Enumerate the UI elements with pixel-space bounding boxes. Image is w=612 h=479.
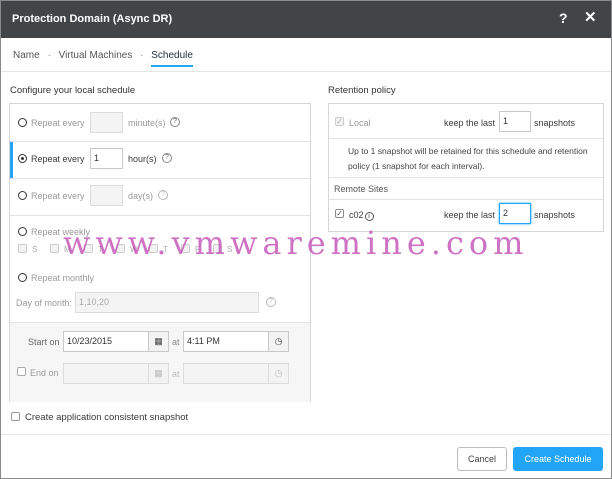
- calendar-icon[interactable]: ▦: [149, 363, 169, 384]
- local-snapshots-unit: snapshots: [534, 118, 576, 128]
- local-keep-label: keep the last: [444, 118, 496, 128]
- app-consistent-checkbox[interactable]: [11, 412, 20, 421]
- step-separator: ·: [47, 50, 51, 61]
- step-schedule[interactable]: Schedule: [151, 50, 193, 67]
- step-separator: ·: [140, 50, 144, 61]
- repeat-days-label: Repeat every: [31, 191, 85, 201]
- help-icon[interactable]: ?: [266, 297, 276, 307]
- steps-divider: [1, 71, 611, 72]
- day-of-month-label: Day of month:: [16, 298, 73, 308]
- retention-title: Retention policy: [328, 85, 396, 96]
- watermark-text: www.vmwaremine.com: [63, 224, 529, 262]
- create-schedule-button[interactable]: Create Schedule: [513, 447, 603, 471]
- clock-icon[interactable]: ◷: [269, 363, 289, 384]
- row-divider: [10, 178, 310, 179]
- repeat-monthly-radio[interactable]: [18, 273, 27, 282]
- end-date-input[interactable]: [63, 363, 149, 384]
- end-on-label: End on: [30, 368, 59, 378]
- repeat-days-input[interactable]: [90, 185, 123, 206]
- local-schedule-title: Configure your local schedule: [10, 85, 136, 96]
- dialog-title: Protection Domain (Async DR): [12, 13, 173, 25]
- row-divider: [329, 199, 603, 200]
- cancel-button[interactable]: Cancel: [457, 447, 507, 471]
- row-divider: [329, 138, 603, 139]
- repeat-days-unit: day(s): [128, 191, 154, 201]
- end-at-label: at: [172, 369, 180, 379]
- weekday-label: S: [32, 245, 38, 254]
- local-retention-checkbox: ✓: [335, 117, 344, 126]
- repeat-minutes-input[interactable]: [90, 112, 123, 133]
- start-on-label: Start on: [28, 337, 60, 347]
- repeat-monthly-label: Repeat monthly: [31, 273, 95, 283]
- app-consistent-label: Create application consistent snapshot: [25, 412, 189, 423]
- help-icon[interactable]: ?: [158, 190, 168, 200]
- remote-site-label: c02 i: [349, 210, 374, 221]
- step-virtual-machines[interactable]: Virtual Machines: [59, 50, 133, 61]
- day-of-month-input[interactable]: 1,10,20: [75, 292, 259, 313]
- repeat-weekly-radio[interactable]: [18, 227, 27, 236]
- protection-domain-dialog: Protection Domain (Async DR) ? ✕ Name · …: [0, 0, 612, 479]
- footer-divider: [1, 434, 611, 435]
- help-icon[interactable]: ?: [559, 10, 568, 26]
- start-time-input[interactable]: 4:11 PM: [183, 331, 269, 352]
- close-icon[interactable]: ✕: [584, 10, 597, 26]
- start-date-input[interactable]: 10/23/2015: [63, 331, 149, 352]
- remote-snapshots-unit: snapshots: [534, 210, 576, 220]
- repeat-minutes-unit: minute(s): [128, 118, 166, 128]
- row-divider: [329, 177, 603, 178]
- remote-keep-input[interactable]: 2: [499, 203, 531, 224]
- retention-panel: ✓ Local keep the last 1 snapshots Up to …: [328, 103, 604, 232]
- local-keep-input[interactable]: 1: [499, 111, 531, 132]
- row-divider: [10, 141, 310, 142]
- repeat-hours-radio[interactable]: [18, 154, 27, 163]
- step-name[interactable]: Name: [13, 50, 40, 61]
- local-retention-label: Local: [349, 118, 371, 128]
- repeat-hours-input[interactable]: 1: [90, 148, 123, 169]
- repeat-hours-unit: hour(s): [128, 154, 157, 164]
- remote-site-checkbox[interactable]: ✓: [335, 209, 344, 218]
- help-icon[interactable]: ?: [170, 117, 180, 127]
- weekday-checkbox-sunday[interactable]: [18, 244, 27, 253]
- end-on-checkbox[interactable]: [17, 367, 26, 376]
- weekday-checkbox-monday[interactable]: [50, 244, 59, 253]
- repeat-minutes-radio[interactable]: [18, 118, 27, 127]
- calendar-icon[interactable]: ▦: [149, 331, 169, 352]
- help-icon[interactable]: ?: [162, 153, 172, 163]
- remote-sites-label: Remote Sites: [334, 184, 389, 194]
- remote-site-name: c02: [349, 210, 364, 220]
- dialog-titlebar: Protection Domain (Async DR) ? ✕: [1, 1, 611, 38]
- repeat-hours-label: Repeat every: [31, 154, 85, 164]
- remote-keep-label: keep the last: [444, 210, 496, 220]
- repeat-minutes-label: Repeat every: [31, 118, 85, 128]
- info-icon[interactable]: i: [364, 212, 374, 221]
- end-time-input[interactable]: [183, 363, 269, 384]
- start-at-label: at: [172, 337, 180, 347]
- clock-icon[interactable]: ◷: [269, 331, 289, 352]
- selected-row-indicator: [10, 142, 13, 178]
- wizard-steps: Name · Virtual Machines · Schedule: [13, 50, 193, 67]
- row-divider: [10, 215, 310, 216]
- retention-info-text: Up to 1 snapshot will be retained for th…: [348, 146, 588, 171]
- repeat-days-radio[interactable]: [18, 191, 27, 200]
